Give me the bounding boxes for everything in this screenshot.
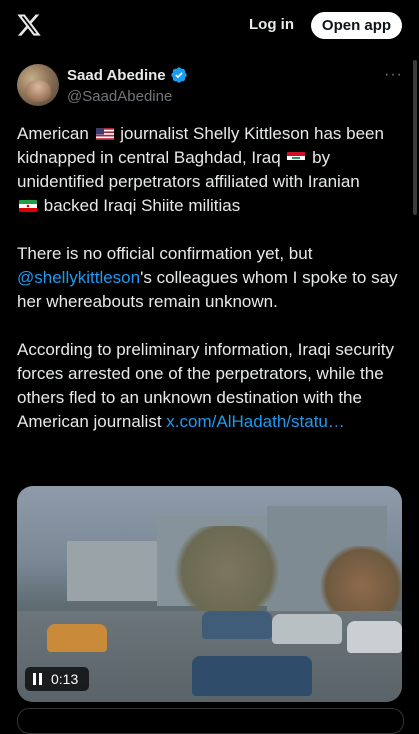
video-frame-car <box>347 621 402 653</box>
video-frame-trees <box>167 526 287 616</box>
scrollbar[interactable] <box>413 60 417 215</box>
open-app-button[interactable]: Open app <box>311 12 402 39</box>
tweet-paragraph-2: There is no official confirmation yet, b… <box>17 242 407 314</box>
pause-icon[interactable] <box>33 673 43 685</box>
tweet-text: American journalist Shelly Kittleson has… <box>17 122 407 458</box>
iran-flag-icon <box>19 200 37 212</box>
video-duration-badge[interactable]: 0:13 <box>25 667 89 691</box>
video-frame-car <box>202 611 272 639</box>
verified-badge-icon <box>170 67 187 83</box>
author-name[interactable]: Saad Abedine <box>67 67 166 84</box>
us-flag-icon <box>95 128 114 140</box>
video-frame-car <box>47 624 107 652</box>
tweet-text-segment: American <box>17 124 89 143</box>
x-logo-icon[interactable] <box>16 12 42 38</box>
avatar[interactable] <box>17 64 59 106</box>
tweet-text-segment: There is no official confirmation yet, b… <box>17 244 313 263</box>
tweet-paragraph-1: American journalist Shelly Kittleson has… <box>17 122 407 218</box>
tweet-paragraph-3: According to preliminary information, Ir… <box>17 338 407 434</box>
video-frame-car <box>192 656 312 696</box>
status-link[interactable]: x.com/AlHadath/statu… <box>166 412 345 431</box>
author-handle[interactable]: @SaadAbedine <box>67 88 172 105</box>
more-options-icon[interactable]: ··· <box>384 66 403 84</box>
login-link[interactable]: Log in <box>249 16 294 33</box>
video-frame-car <box>272 614 342 644</box>
mention-link[interactable]: @shellykittleson <box>17 268 140 287</box>
iraq-flag-icon <box>287 152 306 164</box>
next-card-edge <box>17 708 404 734</box>
video-player[interactable]: 0:13 <box>17 486 402 702</box>
video-duration: 0:13 <box>51 671 79 687</box>
video-frame-building <box>67 541 157 601</box>
top-bar: Log in Open app <box>0 0 419 52</box>
tweet-text-segment: backed Iraqi Shiite militias <box>43 196 241 215</box>
author-name-row[interactable]: Saad Abedine <box>67 66 188 84</box>
